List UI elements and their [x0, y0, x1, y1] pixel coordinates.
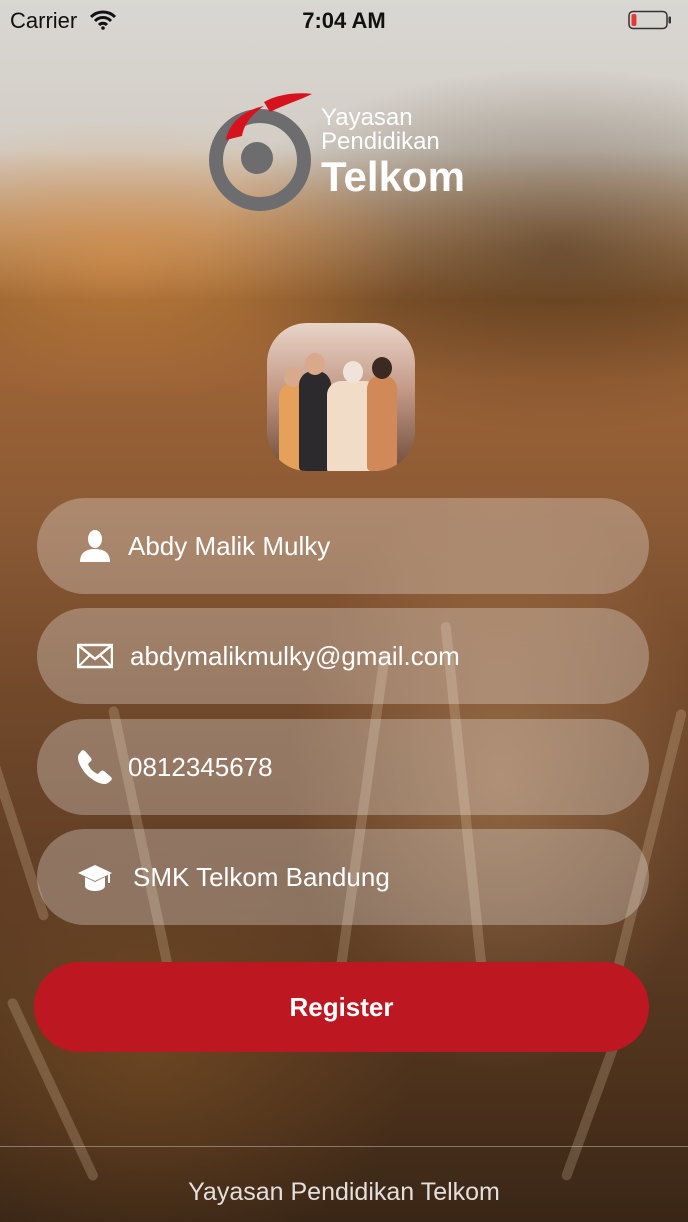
email-field[interactable]: abdymalikmulky@gmail.com: [37, 608, 649, 704]
yayasan-pendidikan-telkom-logo: Yayasan Pendidikan Telkom: [208, 88, 478, 212]
logo-wordmark: Yayasan Pendidikan Telkom: [321, 106, 465, 200]
envelope-icon: [77, 643, 113, 669]
battery-icon: [628, 10, 671, 30]
avatar-figure-head: [343, 361, 363, 383]
profile-avatar[interactable]: [267, 323, 415, 471]
footer-text: Yayasan Pendidikan Telkom: [188, 1178, 500, 1206]
register-screen: Carrier 7:04 AM Yayasan Pendidikan Telko…: [0, 0, 688, 1222]
name-field[interactable]: Abdy Malik Mulky: [37, 498, 649, 594]
name-value[interactable]: Abdy Malik Mulky: [128, 530, 330, 562]
phone-value[interactable]: 0812345678: [128, 751, 273, 783]
school-field[interactable]: SMK Telkom Bandung: [37, 829, 649, 925]
clock: 7:04 AM: [302, 8, 386, 33]
graduation-cap-icon: [78, 865, 112, 891]
avatar-figure-head: [372, 357, 392, 379]
school-value[interactable]: SMK Telkom Bandung: [133, 861, 390, 893]
logo-line-3: Telkom: [321, 153, 465, 200]
logo-line-2: Pendidikan: [321, 128, 440, 155]
phone-field[interactable]: 0812345678: [37, 719, 649, 815]
logo-line-1: Yayasan: [321, 104, 413, 131]
email-value[interactable]: abdymalikmulky@gmail.com: [130, 640, 460, 672]
avatar-figure: [367, 375, 397, 471]
user-icon: [80, 530, 110, 562]
footer-divider: [0, 1146, 688, 1147]
avatar-figure-head: [305, 353, 325, 375]
register-button[interactable]: Register: [34, 962, 649, 1052]
status-bar: Carrier 7:04 AM: [0, 0, 688, 40]
phone-icon: [77, 750, 112, 785]
logo-mark: [209, 93, 312, 211]
